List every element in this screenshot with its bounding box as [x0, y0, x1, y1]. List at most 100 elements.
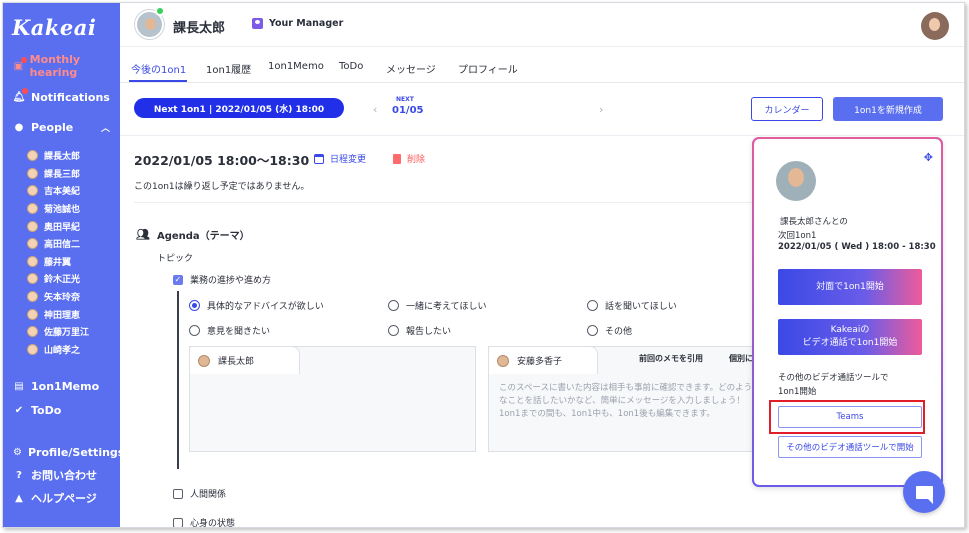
list-item[interactable]: 鈴木正光 — [27, 270, 120, 288]
start-1on1-card: ✥ 課長太郎さんとの 次回1on1 2022/01/05 ( Wed ) 18:… — [752, 137, 943, 487]
trash-icon — [393, 153, 401, 164]
create-1on1-button[interactable]: 1on1を新規作成 — [833, 97, 943, 121]
list-item[interactable]: 藤井翼 — [27, 253, 120, 271]
radio-selected-icon[interactable] — [189, 300, 200, 311]
sidebar-item-contact[interactable]: ? お問い合わせ — [3, 464, 120, 486]
chat-button[interactable] — [903, 471, 945, 513]
option-think-together[interactable]: 一緒に考えてほしい — [388, 299, 487, 312]
hearing-icon: ▣ — [13, 57, 27, 72]
manager-icon — [252, 18, 263, 29]
calendar-button[interactable]: カレンダー — [751, 97, 823, 121]
start-face-to-face-button[interactable]: 対面で1on1開始 — [778, 269, 922, 305]
reschedule-button[interactable]: 日程変更 — [314, 152, 366, 165]
tab-bar: 今後の1on1 1on1履歴 1on1Memo ToDo メッセージ プロフィー… — [120, 55, 964, 83]
radio-icon[interactable] — [388, 300, 399, 311]
avatar — [27, 273, 38, 285]
topic-checkbox-wellbeing[interactable]: 心身の状態 — [173, 516, 235, 527]
memo-placeholder: このスペースに書いた内容は相手も事前に確認できます。どのようなことを話したいかな… — [499, 383, 753, 419]
avatar — [27, 185, 38, 197]
manager-badge: Your Manager — [252, 18, 343, 29]
bell-icon: 🔔︎ — [13, 88, 28, 103]
list-item[interactable]: 奥田早紀 — [27, 217, 120, 235]
avatar — [27, 203, 38, 215]
topic-checkbox-relations[interactable]: 人間関係 — [173, 487, 226, 500]
topic-label: トピック — [157, 254, 194, 264]
individual-link[interactable]: 個別に — [729, 353, 753, 364]
radio-icon[interactable] — [587, 300, 598, 311]
sidebar-item-label: Notifications — [31, 90, 110, 104]
checkbox-icon[interactable] — [173, 488, 183, 499]
memo-tab-self[interactable]: 課長太郎 — [189, 346, 300, 374]
list-item[interactable]: 課長太郎 — [27, 147, 120, 165]
topic-checkbox-work-progress[interactable]: ✓ 業務の進捗や進め方 — [173, 273, 271, 286]
radio-icon[interactable] — [388, 325, 399, 336]
sidebar-item-people[interactable]: ● People ︿ — [3, 116, 120, 138]
list-item[interactable]: 菊池誠也 — [27, 200, 120, 218]
people-icon: 👥︎ — [136, 228, 150, 241]
option-advice[interactable]: 具体的なアドバイスが欲しい — [189, 299, 324, 312]
avatar — [776, 161, 816, 201]
radio-icon[interactable] — [587, 325, 598, 336]
list-item[interactable]: 山崎孝之 — [27, 341, 120, 359]
memo-box-self[interactable]: 課長太郎 — [189, 346, 476, 452]
sidebar-item-label: ToDo — [31, 403, 62, 417]
next-label: NEXT — [396, 96, 414, 103]
quote-previous-memo-link[interactable]: 前回のメモを引用 — [639, 353, 703, 364]
drag-handle-icon[interactable]: ✥ — [924, 151, 933, 164]
header: 課長太郎 Your Manager — [120, 3, 964, 47]
avatar — [198, 354, 210, 367]
list-item[interactable]: 矢本玲奈 — [27, 288, 120, 306]
check-circle-icon: ✔ — [14, 404, 24, 416]
list-item[interactable]: 神田理恵 — [27, 305, 120, 323]
avatar — [27, 167, 38, 179]
people-list: 課長太郎 課長三郎 吉本美紀 菊池誠也 奥田早紀 高田信二 藤井翼 鈴木正光 矢… — [27, 147, 120, 358]
avatar — [27, 343, 38, 355]
tab-1on1memo[interactable]: 1on1Memo — [268, 61, 324, 72]
start-kakeai-video-button[interactable]: Kakeaiの ビデオ通話で1on1開始 — [778, 319, 922, 355]
next-date: 01/05 — [392, 105, 424, 116]
active-tab-indicator — [129, 80, 187, 82]
tab-todo[interactable]: ToDo — [339, 61, 363, 72]
checkbox-icon[interactable] — [173, 517, 183, 527]
avatar — [27, 238, 38, 250]
topic-indent-line — [177, 291, 179, 469]
list-item[interactable]: 高田信二 — [27, 235, 120, 253]
tab-1on1-history[interactable]: 1on1履歴 — [206, 61, 251, 76]
list-item[interactable]: 課長三郎 — [27, 165, 120, 183]
chat-icon — [915, 485, 933, 504]
question-icon: ? — [16, 469, 22, 481]
graduation-cap-icon: ▲ — [15, 492, 23, 504]
next-1on1-pill[interactable]: Next 1on1 | 2022/01/05 (水) 18:00 — [134, 98, 344, 118]
repeat-note: この1on1は繰り返し予定ではありません。 — [134, 182, 310, 192]
tab-profile[interactable]: プロフィール — [458, 61, 518, 76]
option-report[interactable]: 報告したい — [388, 324, 451, 337]
chevron-left-icon[interactable]: ‹ — [373, 103, 377, 116]
sidebar-item-monthly-hearing[interactable]: ▣ Monthly hearing — [3, 53, 120, 79]
option-other[interactable]: その他 — [587, 324, 632, 337]
list-item[interactable]: 吉本美紀 — [27, 182, 120, 200]
sidebar-item-label: お問い合わせ — [31, 469, 97, 482]
sidebar-item-profile-settings[interactable]: ⚙ Profile/Settings — [3, 441, 124, 463]
tab-messages[interactable]: メッセージ — [386, 61, 436, 76]
checkbox-checked-icon[interactable]: ✓ — [173, 274, 183, 285]
memo-tab-partner[interactable]: 安藤多香子 — [488, 346, 598, 374]
tab-upcoming-1on1[interactable]: 今後の1on1 — [131, 61, 186, 76]
sidebar-item-notifications[interactable]: 🔔︎ Notifications — [3, 86, 120, 108]
sidebar-item-help[interactable]: ▲ ヘルプページ — [3, 487, 120, 509]
chevron-right-icon[interactable]: › — [599, 103, 603, 116]
account-avatar[interactable] — [921, 12, 949, 40]
option-listen[interactable]: 話を聞いてほしい — [587, 299, 677, 312]
meeting-time: 2022/01/05 18:00〜18:30 — [134, 153, 310, 168]
other-video-tool-button[interactable]: その他のビデオ通話ツールで開始 — [778, 436, 922, 458]
sidebar-item-label: Monthly hearing — [29, 53, 81, 79]
app-logo: Kakeai — [12, 15, 97, 40]
sidebar-item-1on1memo[interactable]: ▤ 1on1Memo — [3, 375, 120, 397]
avatar — [27, 308, 38, 320]
delete-button[interactable]: 削除 — [393, 152, 425, 165]
radio-icon[interactable] — [189, 325, 200, 336]
list-item[interactable]: 佐藤万里江 — [27, 323, 120, 341]
option-opinion[interactable]: 意見を聞きたい — [189, 324, 270, 337]
sidebar-item-todo[interactable]: ✔ ToDo — [3, 399, 120, 421]
avatar — [27, 220, 38, 232]
chevron-up-icon[interactable]: ︿ — [101, 121, 110, 134]
